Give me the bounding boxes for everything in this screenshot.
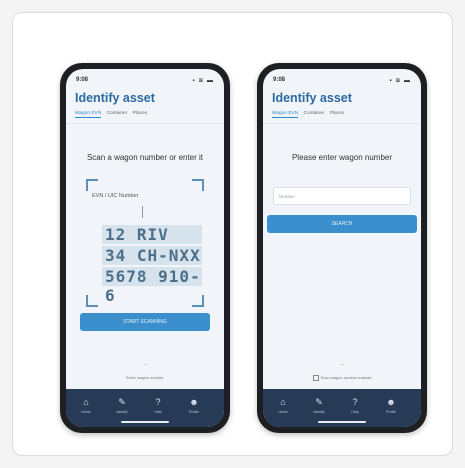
user-icon: ☻	[189, 397, 199, 407]
tab-divider	[66, 123, 224, 124]
nav-item-home[interactable]: ⌂ Home	[273, 397, 293, 414]
tab-bar: Wagon EVN Container Places	[272, 111, 412, 121]
help-icon: ?	[352, 397, 358, 407]
status-icons: ▪ ≋ ▬	[389, 78, 411, 84]
bottom-nav: ⌂ Home ✎ Identify ? Help ☻ Profile	[66, 389, 224, 427]
help-icon: ?	[155, 397, 161, 407]
tab-container[interactable]: Container	[107, 111, 128, 116]
wagon-plate-line-2: 34 CH-NXX	[102, 246, 202, 265]
page-title: Identify asset	[272, 91, 352, 105]
start-scanning-button[interactable]: START SCANNING	[80, 313, 210, 331]
phone-screen: 9:08 ▪ ≋ ▬ Identify asset Wagon EVN Cont…	[66, 69, 224, 427]
tab-wagon-evn[interactable]: Wagon EVN	[272, 111, 299, 118]
nav-label: Home	[278, 410, 288, 414]
nav-label: Help	[154, 410, 162, 414]
enter-number-prompt: Please enter wagon number	[291, 153, 393, 162]
nav-item-home[interactable]: ⌂ Home	[76, 397, 96, 414]
wagon-plate-line-3: 5678 910-6	[102, 267, 202, 305]
viewfinder-corner-icon	[86, 295, 98, 307]
tab-container[interactable]: Container	[304, 111, 325, 116]
scan-instead-label: Scan wagon number instead	[320, 375, 372, 381]
status-time: 9:08	[273, 77, 286, 83]
home-icon: ⌂	[83, 397, 89, 407]
viewfinder-corner-icon	[86, 179, 98, 191]
scan-instead-link[interactable]: Scan wagon number instead	[263, 375, 421, 381]
nav-item-help[interactable]: ? Help	[148, 397, 168, 414]
enter-number-link[interactable]: Enter wagon number	[66, 375, 224, 380]
wagon-number-input[interactable]: Number	[273, 187, 411, 205]
evn-input-label: EVN / UIC Number	[92, 193, 139, 199]
status-bar: 9:08 ▪ ≋ ▬	[76, 77, 214, 85]
tab-divider	[263, 123, 421, 124]
nav-item-identify[interactable]: ✎ Identify	[112, 397, 132, 414]
edit-icon: ✎	[118, 397, 126, 407]
nav-item-identify[interactable]: ✎ Identify	[309, 397, 329, 414]
separator-text: —	[143, 361, 147, 366]
tab-wagon-evn[interactable]: Wagon EVN	[75, 111, 102, 118]
tab-places[interactable]: Places	[330, 111, 344, 116]
nav-item-help[interactable]: ? Help	[345, 397, 365, 414]
nav-label: Identify	[313, 410, 325, 414]
wagon-plate-line-1: 12 RIV	[102, 225, 202, 244]
showcase-card: 9:08 ▪ ≋ ▬ Identify asset Wagon EVN Cont…	[12, 12, 453, 456]
user-icon: ☻	[386, 397, 396, 407]
search-button[interactable]: SEARCH	[267, 215, 417, 233]
status-time: 9:08	[76, 77, 89, 83]
home-icon: ⌂	[280, 397, 286, 407]
phone-screen: 9:08 ▪ ≋ ▬ Identify asset Wagon EVN Cont…	[263, 69, 421, 427]
tab-bar: Wagon EVN Container Places	[75, 111, 215, 121]
page-title: Identify asset	[75, 91, 155, 105]
tab-places[interactable]: Places	[133, 111, 147, 116]
viewfinder-corner-icon	[192, 179, 204, 191]
checkbox-icon[interactable]	[312, 375, 319, 381]
nav-item-profile[interactable]: ☻ Profile	[381, 397, 401, 414]
status-icons: ▪ ≋ ▬	[192, 78, 214, 84]
nav-label: Profile	[189, 410, 199, 414]
home-indicator	[121, 421, 169, 423]
separator-text: —	[340, 361, 344, 366]
nav-label: Profile	[386, 410, 396, 414]
phone-mockup-manual: 9:08 ▪ ≋ ▬ Identify asset Wagon EVN Cont…	[257, 63, 427, 433]
phone-mockup-scan: 9:08 ▪ ≋ ▬ Identify asset Wagon EVN Cont…	[60, 63, 230, 433]
scan-prompt: Scan a wagon number or enter it	[86, 153, 204, 162]
nav-label: Identify	[116, 410, 128, 414]
nav-label: Home	[81, 410, 91, 414]
viewfinder-corner-icon	[192, 295, 204, 307]
nav-label: Help	[351, 410, 359, 414]
status-bar: 9:08 ▪ ≋ ▬	[273, 77, 411, 85]
text-cursor	[142, 206, 143, 218]
nav-item-profile[interactable]: ☻ Profile	[184, 397, 204, 414]
home-indicator	[318, 421, 366, 423]
edit-icon: ✎	[315, 397, 323, 407]
bottom-nav: ⌂ Home ✎ Identify ? Help ☻ Profile	[263, 389, 421, 427]
